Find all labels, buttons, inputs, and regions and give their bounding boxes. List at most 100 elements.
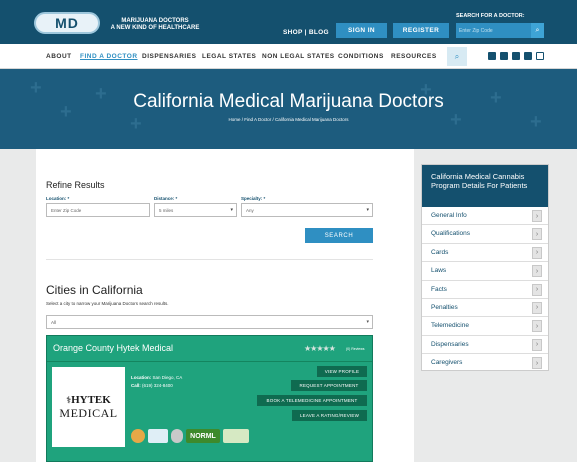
logo-line-2: MEDICAL	[59, 405, 118, 420]
sidebar-item-laws[interactable]: Laws ›	[422, 262, 548, 281]
location-label: Location: *	[46, 196, 70, 201]
chevron-right-icon: ›	[532, 283, 542, 296]
page-title: California Medical Marijuana Doctors	[133, 91, 444, 112]
nav-item-dispensaries[interactable]: DISPENSARIES	[142, 53, 196, 60]
main-content: Refine Results Location: * Enter Zip Cod…	[36, 149, 414, 462]
doctor-search-input[interactable]: Enter Zip Code	[456, 23, 531, 38]
sidebar-item-label: Penalties	[431, 303, 458, 311]
sidebar-title: California Medical Cannabis Program Deta…	[422, 165, 548, 207]
sidebar-item-penalties[interactable]: Penalties ›	[422, 299, 548, 318]
sidebar-item-label: Caregivers	[431, 359, 463, 367]
twitter-icon[interactable]	[512, 52, 520, 60]
sidebar-item-label: Cards	[431, 248, 449, 256]
hero-banner: + + + + + + + + California Medical Marij…	[0, 69, 577, 149]
chevron-down-icon: ▾	[366, 207, 369, 213]
nav-search-icon[interactable]: ⌕	[447, 47, 467, 66]
chevron-right-icon: ›	[532, 265, 542, 278]
review-count[interactable]: (0) Reviews	[346, 347, 364, 351]
sign-in-button[interactable]: SIGN IN	[336, 23, 387, 38]
logo-line-1-text: HYTEK	[71, 393, 111, 406]
chevron-down-icon: ▾	[230, 207, 233, 213]
youtube-icon[interactable]	[524, 52, 532, 60]
page: MD MARIJUANA DOCTORS A NEW KIND OF HEALT…	[0, 0, 577, 462]
tagline-line-1: MARIJUANA DOCTORS	[121, 18, 189, 24]
top-bar: MD MARIJUANA DOCTORS A NEW KIND OF HEALT…	[0, 0, 577, 44]
nav-item-find-a-doctor[interactable]: FIND A DOCTOR	[80, 53, 138, 60]
call-label: Call:	[131, 383, 141, 388]
tagline-line-2: A NEW KIND OF HEALTHCARE	[110, 25, 200, 31]
main-nav: ABOUT FIND A DOCTOR DISPENSARIES LEGAL S…	[0, 44, 577, 69]
phone-value[interactable]: (619) 324-8400	[142, 383, 173, 388]
sidebar-item-telemedicine[interactable]: Telemedicine ›	[422, 317, 548, 336]
chevron-down-icon: ▾	[366, 319, 369, 325]
view-profile-button[interactable]: VIEW PROFILE	[317, 366, 367, 377]
specialty-value: Any	[246, 208, 254, 213]
sidebar-item-general-info[interactable]: General Info ›	[422, 207, 548, 226]
location-value: San Diego, CA	[152, 375, 183, 380]
star-rating-icon[interactable]: ★★★★★	[304, 344, 336, 353]
search-icon[interactable]: ⌕	[531, 23, 544, 38]
sidebar-item-dispensaries[interactable]: Dispensaries ›	[422, 336, 548, 355]
chevron-right-icon: ›	[532, 338, 542, 351]
sidebar-item-label: Laws	[431, 267, 447, 275]
nav-item-resources[interactable]: RESOURCES	[391, 53, 437, 60]
section-divider	[46, 259, 373, 260]
chevron-right-icon: ›	[532, 210, 542, 222]
facebook-icon[interactable]	[488, 52, 496, 60]
book-telemedicine-button[interactable]: BOOK A TELEMEDICINE APPOINTMENT	[257, 395, 367, 406]
card-divider	[47, 361, 372, 362]
program-details-sidebar: California Medical Cannabis Program Deta…	[421, 164, 549, 371]
nav-item-legal-states[interactable]: LEGAL STATES	[202, 53, 256, 60]
request-appointment-button[interactable]: REQUEST APPOINTMENT	[291, 380, 367, 391]
leave-review-button[interactable]: LEAVE A RATING/REVIEW	[292, 410, 367, 421]
distance-value: 5 miles	[159, 208, 174, 213]
register-button[interactable]: REGISTER	[393, 23, 449, 38]
listing-location: Location: San Diego, CA Call: (619) 324-…	[131, 375, 182, 388]
specialty-label: Specialty: *	[241, 196, 266, 201]
seal-badge-icon	[171, 429, 183, 443]
chevron-right-icon: ›	[532, 301, 542, 314]
sidebar-item-caregivers[interactable]: Caregivers ›	[422, 354, 548, 372]
search-button[interactable]: SEARCH	[305, 228, 373, 243]
nav-item-conditions[interactable]: CONDITIONS	[338, 53, 384, 60]
distance-select[interactable]: 5 miles ▾	[154, 203, 237, 217]
nav-item-non-legal-states[interactable]: NON LEGAL STATES	[262, 53, 335, 60]
award-badge-icon	[131, 429, 145, 443]
sidebar-item-label: Dispensaries	[431, 340, 469, 348]
tagline: MARIJUANA DOCTORS A NEW KIND OF HEALTHCA…	[110, 18, 200, 32]
cities-heading: Cities in California	[46, 283, 143, 297]
location-input[interactable]: Enter Zip Code	[46, 203, 150, 217]
location-label: Location:	[131, 375, 152, 380]
distance-label: Distance: *	[154, 196, 178, 201]
city-select-value: All	[51, 320, 57, 325]
city-select[interactable]: All ▾	[46, 315, 373, 329]
sidebar-item-label: Telemedicine	[431, 322, 469, 330]
chevron-right-icon: ›	[532, 357, 542, 370]
specialty-select[interactable]: Any ▾	[241, 203, 373, 217]
logo-text: MD	[55, 15, 79, 31]
sidebar-item-qualifications[interactable]: Qualifications ›	[422, 225, 548, 244]
breadcrumb[interactable]: Home / Find A Doctor / California Medica…	[0, 117, 577, 122]
site-logo[interactable]: MD	[34, 12, 100, 34]
medical-badge-icon	[148, 429, 168, 443]
cities-description: Select a city to narrow your Marijuana D…	[46, 301, 169, 306]
partner-badge-icon	[223, 429, 249, 443]
sidebar-item-facts[interactable]: Facts ›	[422, 281, 548, 299]
norml-badge: NORML	[186, 429, 220, 443]
refine-results-heading: Refine Results	[46, 180, 105, 190]
shop-blog-links[interactable]: SHOP | BLOG	[283, 29, 329, 36]
nav-item-about[interactable]: ABOUT	[46, 53, 72, 60]
sidebar-item-cards[interactable]: Cards ›	[422, 244, 548, 263]
google-plus-icon[interactable]	[500, 52, 508, 60]
sidebar-item-label: General Info	[431, 212, 467, 219]
cross-decoration-icon: +	[530, 111, 542, 133]
search-label: SEARCH FOR A DOCTOR:	[456, 13, 525, 19]
instagram-icon[interactable]	[536, 52, 544, 60]
sidebar-item-label: Facts	[431, 285, 447, 293]
membership-badges: NORML	[131, 428, 249, 444]
logo-line-1: ⚕HYTEK	[66, 394, 111, 406]
doctor-listing-card: Orange County Hytek Medical ★★★★★ (0) Re…	[46, 335, 373, 462]
listing-name[interactable]: Orange County Hytek Medical	[53, 343, 173, 353]
chevron-right-icon: ›	[532, 246, 542, 259]
listing-logo[interactable]: ⚕HYTEK MEDICAL	[52, 367, 125, 447]
